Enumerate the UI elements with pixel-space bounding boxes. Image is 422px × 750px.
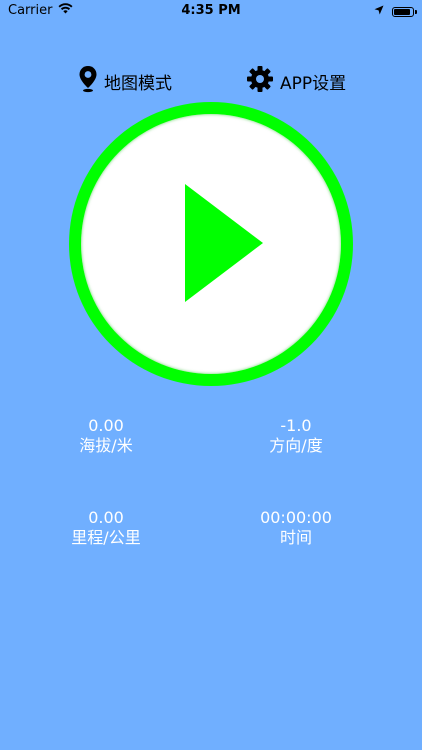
status-bar: Carrier 4:35 PM [0,0,422,22]
altitude-label: 海拔/米 [79,436,133,455]
altitude-stat: 0.00 海拔/米 [36,416,176,456]
distance-value: 0.00 [88,508,124,527]
status-right [374,4,417,19]
play-icon [185,184,263,302]
app-settings-button[interactable]: APP设置 [246,65,347,98]
location-arrow-icon [374,4,384,19]
map-mode-label: 地图模式 [104,73,172,94]
status-time: 4:35 PM [181,3,241,18]
duration-label: 时间 [279,528,312,547]
duration-value: 00:00:00 [260,508,332,527]
location-pin-icon [78,65,98,98]
altitude-value: 0.00 [88,416,124,435]
app-settings-label: APP设置 [280,73,347,94]
duration-stat: 00:00:00 时间 [226,508,366,548]
direction-value: -1.0 [280,416,312,435]
distance-label: 里程/公里 [71,528,141,547]
battery-icon [392,6,417,17]
map-mode-button[interactable]: 地图模式 [78,65,172,98]
direction-label: 方向/度 [269,436,323,455]
direction-stat: -1.0 方向/度 [226,416,366,456]
gear-icon [246,65,274,98]
distance-stat: 0.00 里程/公里 [36,508,176,548]
